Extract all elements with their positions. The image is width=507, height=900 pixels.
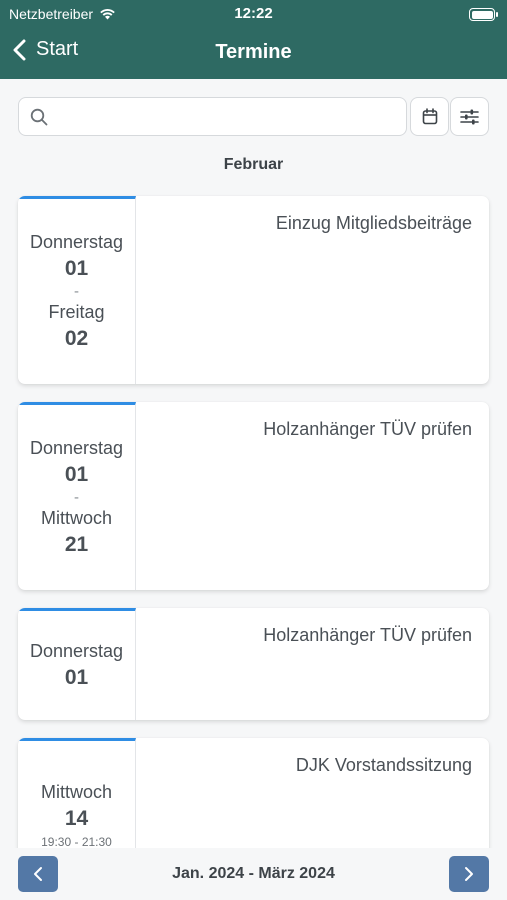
- battery-icon: [469, 8, 498, 21]
- start-weekday: Donnerstag: [29, 640, 124, 661]
- calendar-icon: [422, 108, 437, 125]
- date-range-label: Jan. 2024 - März 2024: [172, 865, 335, 882]
- end-weekday: Mittwoch: [40, 507, 112, 528]
- start-day: 01: [64, 665, 89, 689]
- date-separator: -: [74, 488, 79, 506]
- month-heading: Februar: [223, 156, 284, 173]
- search-box[interactable]: [18, 97, 407, 137]
- event-card[interactable]: Donnerstag 01 - Freitag 02 Einzug Mitgli…: [18, 196, 489, 384]
- start-weekday: Donnerstag: [29, 437, 124, 458]
- event-date: Donnerstag 01: [18, 608, 136, 720]
- start-day: 01: [64, 256, 89, 280]
- status-time: 12:22: [234, 5, 273, 22]
- search-icon: [30, 108, 48, 126]
- next-range-button[interactable]: [449, 856, 489, 892]
- start-weekday: Donnerstag: [29, 231, 124, 252]
- navbar: Start Termine: [0, 34, 507, 72]
- date-range-bar: Jan. 2024 - März 2024: [0, 848, 507, 900]
- event-date: Donnerstag 01 - Mittwoch 21: [18, 402, 136, 590]
- status-bar: Netzbetreiber 12:22: [0, 5, 507, 25]
- search-input[interactable]: [57, 98, 398, 137]
- end-day: 02: [64, 326, 89, 350]
- event-date: Donnerstag 01 - Freitag 02: [18, 196, 136, 384]
- start-day: 14: [64, 806, 89, 830]
- end-day: 21: [64, 532, 89, 556]
- chevron-right-icon: [465, 867, 473, 881]
- event-card[interactable]: Donnerstag 01 - Mittwoch 21 Holzanhänger…: [18, 402, 489, 590]
- start-weekday: Mittwoch: [40, 781, 112, 802]
- event-card[interactable]: Donnerstag 01 Holzanhänger TÜV prüfen: [18, 608, 489, 720]
- calendar-button[interactable]: [410, 97, 449, 136]
- filter-button[interactable]: [450, 97, 489, 136]
- page-title: Termine: [215, 41, 292, 63]
- start-day: 01: [64, 462, 89, 486]
- event-title: Einzug Mitgliedsbeiträge: [275, 213, 472, 233]
- end-weekday: Freitag: [48, 301, 105, 322]
- sliders-icon: [460, 109, 479, 124]
- event-title: Holzanhänger TÜV prüfen: [263, 625, 472, 645]
- event-title: DJK Vorstandssitzung: [295, 755, 472, 775]
- event-title: Holzanhänger TÜV prüfen: [263, 419, 472, 439]
- header: Netzbetreiber 12:22 Start Termine: [0, 0, 507, 79]
- date-separator: -: [74, 282, 79, 300]
